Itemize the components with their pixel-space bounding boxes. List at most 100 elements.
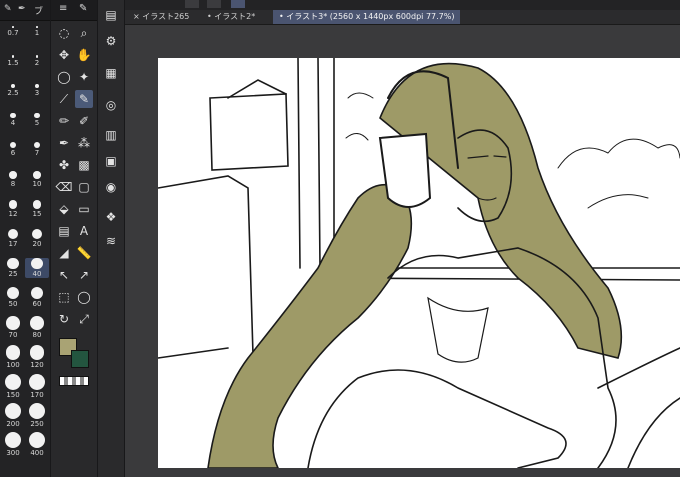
transform-icon[interactable]: ⤢ (75, 310, 93, 328)
search-icon[interactable]: ◎ (102, 96, 120, 114)
airbrush-icon[interactable]: ⁂ (75, 134, 93, 152)
brush-size-option[interactable]: 200 (1, 403, 25, 428)
text-icon[interactable]: A (75, 222, 93, 240)
calendar-icon[interactable]: ▦ (102, 64, 120, 82)
pen-tab-icon[interactable]: ✒ (18, 4, 26, 14)
brush-size-option[interactable]: 170 (25, 374, 49, 399)
brush-size-option[interactable]: 1.5 (1, 55, 25, 67)
brush-size-option[interactable]: 8 (1, 171, 25, 188)
layers-icon[interactable]: ≋ (102, 232, 120, 250)
pen-icon-header[interactable]: ✎ (79, 3, 87, 14)
brush-size-option[interactable]: 70 (1, 316, 25, 339)
rotate-icon[interactable]: ↻ (55, 310, 73, 328)
balloon-icon[interactable]: ◯ (75, 288, 93, 306)
brush-size-label: 12 (8, 209, 18, 218)
hand-icon[interactable]: ✋ (75, 46, 93, 64)
brush-size-option[interactable]: 0.7 (1, 26, 25, 37)
brush-size-option[interactable]: 15 (25, 200, 49, 218)
brush-size-option[interactable]: 40 (25, 258, 49, 279)
operation-icon[interactable]: ↖ (55, 266, 73, 284)
figure-icon[interactable]: ◢ (55, 244, 73, 262)
dot-icon: • (279, 12, 284, 21)
brush-size-option[interactable]: 5 (25, 113, 49, 127)
brush-size-option[interactable]: 100 (1, 345, 25, 369)
brush-size-label: 2.5 (7, 88, 19, 97)
command-toolbar (125, 0, 680, 10)
brush-icon[interactable]: ✒ (55, 134, 73, 152)
lasso-icon[interactable]: ◯ (55, 68, 73, 86)
brush-size-option[interactable]: 2.5 (1, 84, 25, 97)
dot-icon: • (207, 12, 212, 21)
shape-rect-icon[interactable]: ▭ (75, 200, 93, 218)
marker-icon[interactable]: ✐ (75, 112, 93, 130)
brush-size-option[interactable]: 17 (1, 229, 25, 248)
filmstrip-icon[interactable]: ▥ (102, 126, 120, 144)
magic-wand-icon[interactable]: ✦ (75, 68, 93, 86)
brush-size-option[interactable]: 6 (1, 142, 25, 157)
zoom-icon[interactable]: ⌕ (75, 24, 93, 42)
brush-size-label: 3 (34, 88, 40, 97)
material-icon[interactable]: ❖ (102, 208, 120, 226)
tab-illust-2[interactable]: • イラスト2* (201, 10, 261, 24)
pen-icon[interactable]: ✎ (75, 90, 93, 108)
transparent-color-swatch[interactable] (59, 376, 89, 386)
drawing-canvas[interactable] (158, 58, 680, 468)
brush-size-option[interactable]: 4 (1, 113, 25, 127)
menu-icon[interactable]: ≡ (59, 3, 67, 14)
brush-size-label: 10 (32, 179, 42, 188)
eyedropper-icon[interactable]: ⟋ (55, 90, 73, 108)
brush-size-option[interactable]: 25 (1, 258, 25, 278)
move-icon[interactable]: ✥ (55, 46, 73, 64)
brush-size-label: 2 (34, 58, 40, 67)
settings-icon[interactable]: ⚙ (102, 32, 120, 50)
brush-panel-tab-label[interactable]: ブ (34, 4, 43, 17)
eraser-icon[interactable]: ⌫ (55, 178, 73, 196)
brush-size-option[interactable]: 3 (25, 84, 49, 97)
brush-size-dot (9, 142, 17, 149)
bucket-icon[interactable]: ⬙ (55, 200, 73, 218)
brush-size-option[interactable]: 80 (25, 316, 49, 339)
pattern-icon[interactable]: ▩ (75, 156, 93, 174)
brush-size-option[interactable]: 60 (25, 287, 49, 308)
toolbar-button[interactable] (207, 0, 221, 8)
brush-size-option[interactable]: 120 (25, 345, 49, 369)
brush-size-option[interactable]: 300 (1, 432, 25, 457)
brush-size-option[interactable]: 150 (1, 374, 25, 399)
brush-size-option[interactable]: 2 (25, 55, 49, 67)
sub-color-swatch[interactable] (71, 350, 89, 368)
brush-size-dot (35, 84, 39, 88)
layer-property-icon[interactable]: ▣ (102, 152, 120, 170)
frame-icon[interactable]: ⬚ (55, 288, 73, 306)
tab-illust-3[interactable]: • イラスト3* (2560 x 1440px 600dpi 77.7%) (273, 10, 461, 24)
brush-size-dot (12, 26, 14, 28)
brush-size-dot (9, 171, 17, 179)
lasso-select-icon[interactable]: ◌ (55, 24, 73, 42)
blend-icon[interactable]: ✤ (55, 156, 73, 174)
navigator-icon[interactable]: ◉ (102, 178, 120, 196)
toolbar-button[interactable] (185, 0, 199, 8)
ruler-icon[interactable]: 📏 (75, 244, 93, 262)
brush-size-option[interactable]: 12 (1, 200, 25, 218)
brush-size-label: 1.5 (7, 58, 19, 67)
brush-size-dot (6, 316, 20, 330)
brush-size-label: 6 (10, 149, 16, 158)
brush-size-option[interactable]: 10 (25, 171, 49, 188)
pencil-icon[interactable]: ✏ (55, 112, 73, 130)
new-canvas-icon[interactable]: ▤ (102, 6, 120, 24)
fill-icon[interactable]: ▢ (75, 178, 93, 196)
gradient-icon[interactable]: ▤ (55, 222, 73, 240)
toolbar-button[interactable] (231, 0, 245, 8)
brush-size-label: 25 (8, 270, 18, 279)
brush-settings-icon[interactable]: ✎ (4, 4, 12, 14)
brush-size-option[interactable]: 50 (1, 287, 25, 308)
brush-size-label: 4 (10, 119, 16, 128)
brush-size-option[interactable]: 1 (25, 26, 49, 37)
brush-size-dot (6, 287, 20, 300)
brush-size-option[interactable]: 400 (25, 432, 49, 457)
tab-illust-265[interactable]: × イラスト265 (127, 10, 195, 24)
close-icon[interactable]: × (133, 12, 140, 21)
brush-size-option[interactable]: 7 (25, 142, 49, 157)
brush-size-option[interactable]: 20 (25, 229, 49, 248)
correct-line-icon[interactable]: ↗ (75, 266, 93, 284)
brush-size-option[interactable]: 250 (25, 403, 49, 428)
